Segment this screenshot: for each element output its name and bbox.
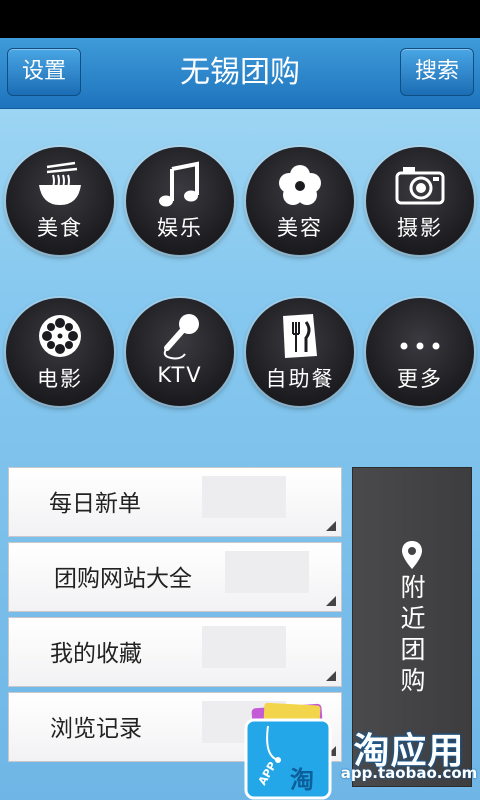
nearby-deals-label: 附 近 团 购 bbox=[400, 573, 426, 695]
menu-item-deal-sites[interactable]: 团购网站大全 bbox=[8, 542, 342, 612]
more-dots-icon bbox=[400, 342, 440, 350]
page-title: 无锡团购 bbox=[180, 55, 300, 90]
microphone-icon bbox=[163, 314, 199, 360]
status-bar bbox=[0, 0, 480, 38]
menu-item-badge bbox=[225, 551, 309, 593]
flower-icon bbox=[279, 165, 321, 205]
category-entertainment[interactable]: 娱乐 bbox=[126, 147, 234, 255]
category-food[interactable]: 美食 bbox=[6, 147, 114, 255]
category-label: KTV bbox=[157, 363, 203, 387]
category-label: 美食 bbox=[37, 216, 83, 240]
category-label: 娱乐 bbox=[157, 216, 203, 240]
corner-arrow-icon bbox=[326, 671, 336, 681]
category-ktv[interactable]: KTV bbox=[126, 298, 234, 406]
search-button[interactable]: 搜索 bbox=[400, 48, 474, 96]
location-pin-icon bbox=[402, 541, 422, 569]
category-label: 更多 bbox=[397, 367, 443, 391]
music-note-icon bbox=[159, 161, 199, 207]
menu-item-badge bbox=[202, 476, 286, 518]
noodle-bowl-icon bbox=[39, 161, 81, 205]
camera-icon bbox=[395, 167, 445, 205]
category-grid: 美食 娱乐 美容 摄影 电影 KTV 自助餐 更多 bbox=[0, 108, 480, 448]
menu-item-badge bbox=[202, 626, 286, 668]
menu-item-label: 我的收藏 bbox=[50, 641, 142, 667]
menu-item-label: 浏览记录 bbox=[50, 716, 142, 742]
category-label: 美容 bbox=[277, 216, 323, 240]
menu-item-favorites[interactable]: 我的收藏 bbox=[8, 617, 342, 687]
category-label: 自助餐 bbox=[265, 367, 335, 391]
settings-button[interactable]: 设置 bbox=[7, 48, 81, 96]
film-reel-icon bbox=[39, 315, 81, 357]
corner-arrow-icon bbox=[326, 596, 336, 606]
category-photography[interactable]: 摄影 bbox=[366, 147, 474, 255]
category-more[interactable]: 更多 bbox=[366, 298, 474, 406]
header-bar: 设置 无锡团购 搜索 bbox=[0, 38, 480, 109]
menu-fork-knife-icon bbox=[283, 314, 317, 358]
menu-item-daily-deals[interactable]: 每日新单 bbox=[8, 467, 342, 537]
category-buffet[interactable]: 自助餐 bbox=[246, 298, 354, 406]
category-movie[interactable]: 电影 bbox=[6, 298, 114, 406]
shopping-bag-icon: APP 淘 bbox=[244, 702, 332, 800]
logo-tao-text: 淘 bbox=[290, 766, 314, 794]
category-label: 摄影 bbox=[397, 216, 443, 240]
corner-arrow-icon bbox=[326, 521, 336, 531]
category-beauty[interactable]: 美容 bbox=[246, 147, 354, 255]
menu-item-label: 每日新单 bbox=[49, 491, 141, 517]
brand-url: app.taobao.com bbox=[340, 764, 478, 782]
category-label: 电影 bbox=[37, 367, 83, 391]
menu-item-label: 团购网站大全 bbox=[54, 566, 192, 592]
